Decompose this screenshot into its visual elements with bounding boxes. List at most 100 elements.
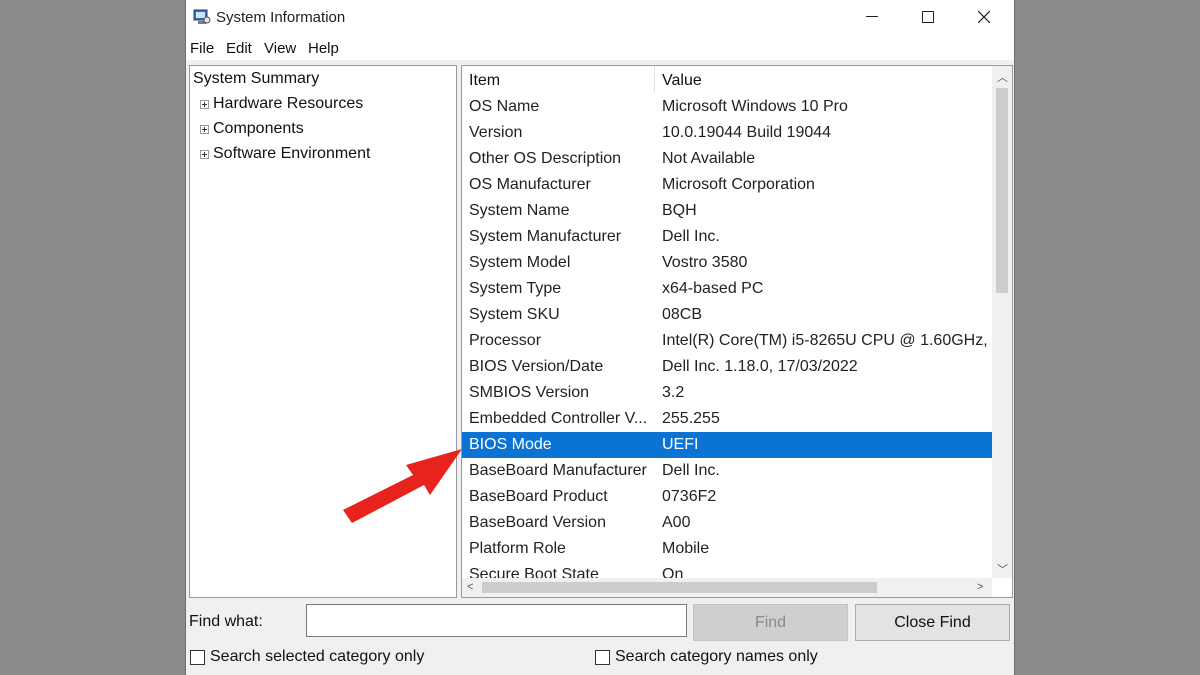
find-what-input[interactable]	[306, 604, 687, 637]
row-value: BQH	[662, 202, 697, 219]
row-value: 0736F2	[662, 488, 717, 505]
table-row[interactable]: System Type x64-based PC	[462, 276, 992, 302]
table-row[interactable]: BaseBoard Product 0736F2	[462, 484, 992, 510]
tree-item-hardware-resources[interactable]: Hardware Resources	[200, 95, 363, 113]
tree-item-software-environment[interactable]: Software Environment	[200, 145, 370, 163]
row-value: x64-based PC	[662, 280, 764, 297]
table-row[interactable]: Other OS Description Not Available	[462, 146, 992, 172]
row-value: Dell Inc. 1.18.0, 17/03/2022	[662, 358, 858, 375]
checkbox-label: Search selected category only	[210, 648, 425, 665]
row-item: Embedded Controller V...	[469, 410, 648, 427]
table-row[interactable]: System Manufacturer Dell Inc.	[462, 224, 992, 250]
scroll-up-icon[interactable]: ︿	[997, 69, 1008, 85]
row-item: System Manufacturer	[469, 228, 622, 245]
row-value: Microsoft Corporation	[662, 176, 815, 193]
row-value: A00	[662, 514, 691, 531]
expand-icon[interactable]	[200, 99, 209, 109]
column-header-value[interactable]: Value	[662, 72, 702, 90]
scroll-right-icon[interactable]: >	[977, 581, 983, 593]
row-value: Dell Inc.	[662, 228, 720, 245]
row-item: Platform Role	[469, 540, 566, 557]
search-selected-category-checkbox[interactable]: Search selected category only	[190, 648, 424, 666]
tree-item-components[interactable]: Components	[200, 120, 304, 138]
maximize-button[interactable]	[900, 0, 956, 34]
column-divider[interactable]	[654, 66, 655, 92]
tree-item-label: Hardware Resources	[213, 95, 364, 112]
checkbox-box[interactable]	[595, 649, 610, 665]
table-row[interactable]: SMBIOS Version 3.2	[462, 380, 992, 406]
find-button[interactable]: Find	[693, 604, 848, 641]
annotation-arrow-icon	[343, 449, 462, 523]
table-row[interactable]: Version 10.0.19044 Build 19044	[462, 120, 992, 146]
menu-view[interactable]: View	[264, 40, 296, 57]
row-value: 10.0.19044 Build 19044	[662, 124, 832, 141]
menu-file[interactable]: File	[190, 40, 214, 57]
window-title: System Information	[216, 9, 346, 26]
tree-item-label: Software Environment	[213, 145, 371, 162]
row-value: Microsoft Windows 10 Pro	[662, 98, 848, 115]
scroll-down-icon[interactable]: ﹀	[997, 561, 1008, 577]
column-header-item[interactable]: Item	[469, 72, 500, 90]
row-value: UEFI	[662, 436, 699, 453]
minimize-icon	[866, 16, 878, 17]
table-row[interactable]: Embedded Controller V... 255.255	[462, 406, 992, 432]
maximize-icon	[922, 11, 934, 23]
row-item: SMBIOS Version	[469, 384, 590, 401]
close-button[interactable]	[956, 0, 1012, 34]
row-item: BIOS Mode	[469, 436, 552, 453]
table-row[interactable]: Processor Intel(R) Core(TM) i5-8265U CPU …	[462, 328, 1001, 354]
horizontal-scrollbar[interactable]: < >	[462, 578, 992, 597]
table-row[interactable]: BIOS Version/Date Dell Inc. 1.18.0, 17/03…	[462, 354, 992, 380]
row-item: System Model	[469, 254, 571, 271]
row-item: BaseBoard Version	[469, 514, 606, 531]
menu-help[interactable]: Help	[308, 40, 339, 57]
checkbox-label: Search category names only	[615, 648, 818, 665]
table-row[interactable]: OS Manufacturer Microsoft Corporation	[462, 172, 992, 198]
minimize-button[interactable]	[844, 0, 900, 34]
row-value: 255.255	[662, 410, 720, 427]
table-row[interactable]: System Model Vostro 3580	[462, 250, 992, 276]
horizontal-scroll-thumb[interactable]	[482, 582, 877, 593]
table-row[interactable]: System SKU 08CB	[462, 302, 992, 328]
row-value: Mobile	[662, 540, 710, 557]
table-row[interactable]: BaseBoard Version A00	[462, 510, 992, 536]
row-item: OS Name	[469, 98, 540, 115]
search-category-names-checkbox[interactable]: Search category names only	[595, 648, 818, 666]
vertical-scrollbar[interactable]: ︿ ﹀	[992, 66, 1012, 578]
table-row[interactable]: BIOS Mode UEFI	[462, 432, 992, 458]
find-what-label: Find what:	[189, 613, 263, 630]
row-value: Dell Inc.	[662, 462, 720, 479]
title-bar: System Information	[186, 0, 1014, 36]
row-item: Version	[469, 124, 523, 141]
row-value: Intel(R) Core(TM) i5-8265U CPU @ 1.60GHz…	[662, 332, 1001, 349]
scroll-left-icon[interactable]: <	[467, 581, 473, 593]
table-row[interactable]: BaseBoard Manufacturer Dell Inc.	[462, 458, 992, 484]
tree-item-system-summary[interactable]: System Summary	[193, 70, 319, 88]
expand-icon[interactable]	[200, 149, 209, 159]
menu-edit[interactable]: Edit	[226, 40, 252, 57]
close-find-button[interactable]: Close Find	[855, 604, 1010, 641]
table-row[interactable]: OS Name Microsoft Windows 10 Pro	[462, 94, 992, 120]
details-list: Item Value OS Name Microsoft Windows 10 P…	[461, 65, 1013, 598]
checkbox-box[interactable]	[190, 649, 205, 665]
list-header: Item Value	[462, 66, 992, 92]
row-item: System Type	[469, 280, 562, 297]
row-item: OS Manufacturer	[469, 176, 591, 193]
row-value: 08CB	[662, 306, 703, 323]
table-row[interactable]: System Name BQH	[462, 198, 992, 224]
row-item: BIOS Version/Date	[469, 358, 604, 375]
tree-item-label: Components	[213, 120, 304, 137]
close-icon	[978, 11, 990, 23]
row-item: BaseBoard Manufacturer	[469, 462, 647, 479]
expand-icon[interactable]	[200, 124, 209, 134]
vertical-scroll-thumb[interactable]	[996, 88, 1008, 293]
row-item: Other OS Description	[469, 150, 622, 167]
menu-bar: File Edit View Help	[186, 36, 1014, 60]
row-value: Not Available	[662, 150, 756, 167]
table-row[interactable]: Platform Role Mobile	[462, 536, 992, 562]
row-value: 3.2	[662, 384, 685, 401]
row-item: System Name	[469, 202, 570, 219]
system-information-window: System Information File Edit View Help S…	[185, 0, 1015, 675]
row-value: Vostro 3580	[662, 254, 748, 271]
row-item: Processor	[469, 332, 542, 349]
